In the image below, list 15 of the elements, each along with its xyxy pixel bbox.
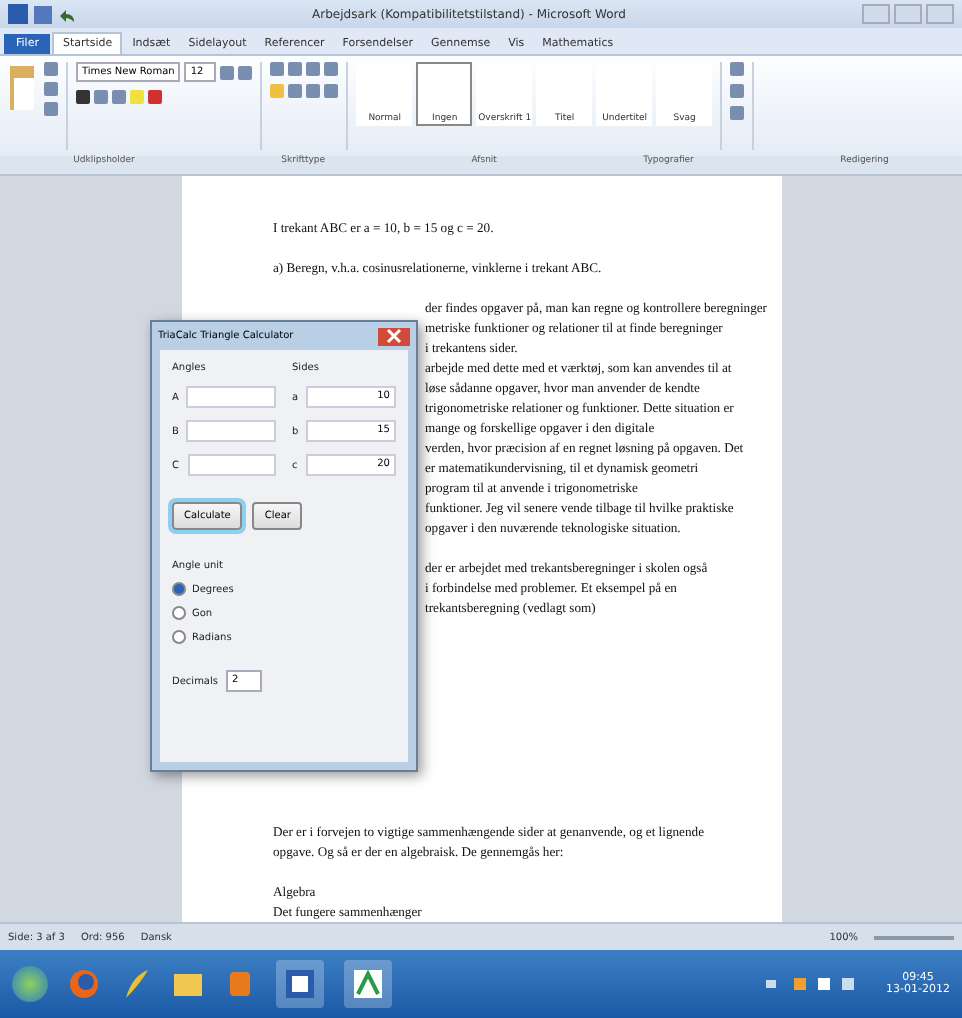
graph-app-icon[interactable] bbox=[344, 960, 392, 1008]
maximize-button[interactable] bbox=[894, 4, 922, 24]
angle-field[interactable] bbox=[187, 454, 276, 476]
radio-button[interactable] bbox=[172, 630, 186, 644]
folder-icon[interactable] bbox=[172, 968, 204, 1000]
start-button[interactable] bbox=[12, 966, 48, 1002]
browser-icon[interactable] bbox=[68, 968, 100, 1000]
radio-button[interactable] bbox=[172, 582, 186, 596]
minimize-button[interactable] bbox=[862, 4, 890, 24]
radio-button[interactable] bbox=[172, 606, 186, 620]
angle-field[interactable] bbox=[186, 420, 276, 442]
undo-icon[interactable] bbox=[58, 5, 76, 23]
feather-icon[interactable] bbox=[120, 968, 152, 1000]
angle-field[interactable] bbox=[186, 386, 276, 408]
close-button[interactable] bbox=[378, 327, 410, 345]
